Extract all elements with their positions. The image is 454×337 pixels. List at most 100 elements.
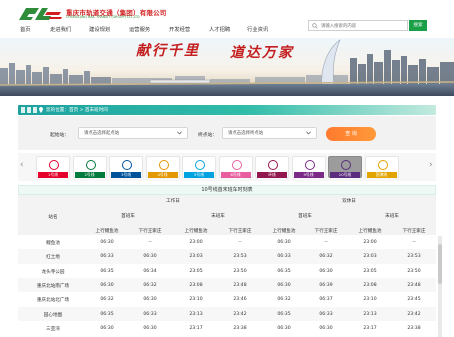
time-cell: 23:05	[363, 268, 377, 274]
line-tab[interactable]: 6号线	[218, 156, 253, 178]
time-cell: 06:33	[277, 254, 291, 260]
time-cell: 06:30	[319, 268, 333, 274]
header-direction: 下行王家庄	[314, 229, 338, 234]
time-cell: 06:32	[143, 282, 157, 288]
time-cell: 23:50	[233, 268, 247, 274]
line-tab[interactable]: 4号线	[145, 156, 180, 178]
header-holiday-last: 末班车	[385, 214, 399, 219]
station-name: 三亚湾	[46, 326, 60, 332]
banner-slogan-right: 道达万家	[230, 45, 294, 61]
line-tab[interactable]: 2号线	[72, 156, 107, 178]
next-lines-arrow-icon[interactable]: ›	[429, 160, 433, 170]
breadcrumb: 您的位置：首页 > 首末班时间	[18, 105, 436, 115]
table-scrollbar[interactable]	[438, 236, 442, 337]
line-label: 环线	[257, 172, 287, 178]
time-cell: 06:32	[319, 254, 333, 260]
time-cell: 23:05	[189, 268, 203, 274]
time-cell: 06:30	[143, 297, 157, 303]
time-cell: 23:50	[407, 268, 421, 274]
header-direction: 上行鲤鱼池	[95, 229, 119, 234]
nav-item-about[interactable]: 走进我们	[50, 25, 71, 33]
time-cell: 06:30	[277, 325, 291, 331]
city-skyline-illustration	[0, 38, 454, 96]
time-cell: 23:03	[189, 254, 203, 260]
time-cell: 06:37	[319, 297, 333, 303]
company-logo[interactable]	[17, 6, 63, 22]
nav-item-home[interactable]: 首页	[20, 25, 31, 33]
time-cell: 06:33	[100, 254, 114, 260]
line-label: 5号线	[184, 172, 214, 178]
time-cell: --	[412, 240, 416, 245]
header-direction: 上行鲤鱼池	[272, 229, 296, 234]
header-direction: 下行王家庄	[228, 229, 252, 234]
time-cell: --	[238, 240, 242, 245]
nav-item-careers[interactable]: 人才招聘	[209, 25, 230, 33]
line-tab[interactable]: 9号线	[291, 156, 326, 178]
time-cell: 23:00	[189, 240, 203, 245]
line-label: 6号线	[220, 172, 251, 178]
header-station: 站名	[48, 215, 58, 220]
line-label: 国博线	[366, 172, 397, 178]
start-station-select[interactable]: 请点击选择起点站	[78, 127, 188, 139]
station-name: 重庆北站北广场	[36, 298, 70, 304]
header-weekday-last: 末班车	[211, 214, 225, 219]
time-cell: 23:13	[189, 311, 203, 317]
time-cell: 23:53	[407, 254, 421, 260]
time-cell: 23:17	[363, 325, 377, 331]
timetable-title: 10号线首末班车时刻表	[18, 185, 436, 195]
time-cell: 06:30	[277, 240, 291, 245]
time-cell: 06:35	[277, 268, 291, 274]
scrollbar-thumb[interactable]	[438, 244, 442, 284]
location-pin-icon	[39, 107, 43, 113]
line-ring-icon	[85, 160, 96, 170]
start-station-label: 起始站：	[50, 133, 70, 138]
line-ring-icon	[231, 160, 242, 170]
line-label: 3号线	[111, 172, 141, 178]
prev-lines-arrow-icon[interactable]: ‹	[20, 160, 24, 170]
time-cell: 23:53	[233, 254, 247, 260]
nav-item-development[interactable]: 开发经营	[169, 25, 190, 33]
time-cell: 23:45	[407, 297, 421, 303]
chevron-down-icon	[177, 131, 182, 135]
nav-item-news[interactable]: 行业资讯	[247, 25, 268, 33]
line-tab[interactable]: 国博线	[364, 156, 399, 178]
header-holiday: 双休日	[342, 199, 356, 204]
time-cell: 06:30	[143, 325, 157, 331]
search-input[interactable]	[321, 22, 405, 30]
line-tab[interactable]: 1号线	[36, 156, 70, 178]
time-cell: 23:38	[233, 325, 247, 331]
end-station-select[interactable]: 请点击选择终点站	[222, 127, 317, 139]
time-cell: 06:30	[319, 325, 333, 331]
start-station-placeholder: 请点击选择起点站	[84, 131, 120, 136]
time-cell: 06:35	[277, 311, 291, 317]
time-cell: 06:30	[100, 240, 114, 245]
brand-name-en: CHONGQING RAIL TRANSIT (GROUP) CO.,LTD	[66, 15, 140, 19]
breadcrumb-text: 您的位置：首页 > 首末班时间	[46, 108, 108, 113]
header-direction: 下行王家庄	[138, 229, 162, 234]
search-button[interactable]: 搜索	[409, 20, 427, 31]
time-cell: 23:10	[363, 297, 377, 303]
line-label: 10号线	[330, 172, 360, 178]
line-ring-icon	[195, 160, 205, 170]
nav-item-planning[interactable]: 建设规划	[89, 25, 110, 33]
time-cell: 06:33	[143, 311, 157, 317]
line-tab[interactable]: 环线	[255, 156, 289, 178]
header-weekday: 工作日	[166, 199, 180, 204]
time-cell: 23:00	[363, 240, 377, 245]
time-cell: 23:42	[233, 311, 247, 317]
station-name: 龙头寺公园	[41, 269, 65, 275]
station-name: 鲤鱼池	[46, 241, 60, 246]
end-station-label: 终点站：	[198, 133, 218, 138]
line-tab[interactable]: 5号线	[182, 156, 216, 178]
line-tab[interactable]: 3号线	[109, 156, 143, 178]
time-cell: 06:32	[100, 297, 114, 303]
line-label: 4号线	[147, 172, 178, 178]
search-icon	[312, 23, 318, 29]
time-cell: 06:35	[100, 268, 114, 274]
search-box	[308, 20, 408, 31]
line-tab[interactable]: 10号线	[328, 156, 362, 178]
time-cell: 06:39	[319, 282, 333, 288]
query-button[interactable]: 查 询	[326, 127, 376, 141]
breadcrumb-decoration	[21, 107, 39, 113]
nav-item-service[interactable]: 运营服务	[129, 25, 150, 33]
